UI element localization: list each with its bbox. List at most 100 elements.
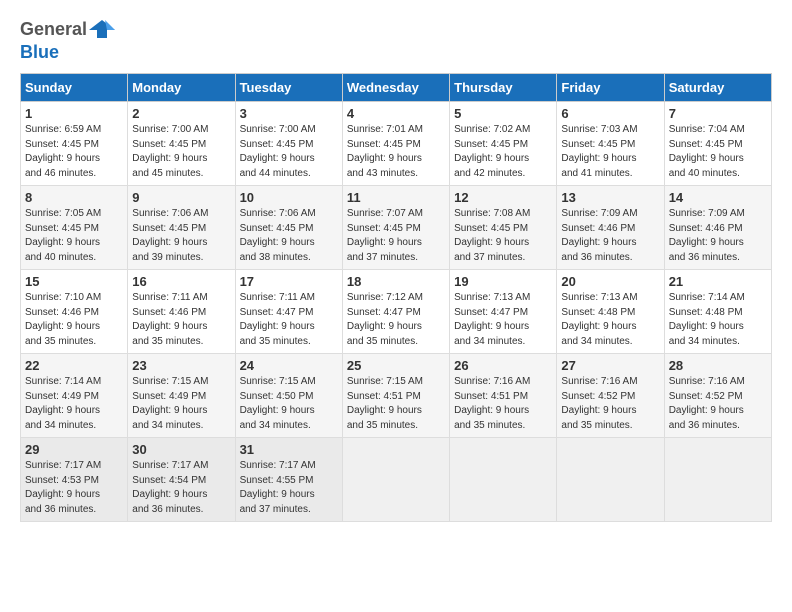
day-number: 15: [25, 274, 123, 289]
day-number: 4: [347, 106, 445, 121]
calendar-table: SundayMondayTuesdayWednesdayThursdayFrid…: [20, 73, 772, 522]
logo-blue: Blue: [20, 42, 59, 62]
logo-general: General: [20, 19, 87, 40]
calendar-header-friday: Friday: [557, 74, 664, 102]
day-content: Sunrise: 7:10 AM Sunset: 4:46 PM Dayligh…: [25, 291, 123, 349]
calendar-cell: 7 Sunrise: 7:04 AM Sunset: 4:45 PM Daylig…: [664, 102, 771, 186]
calendar-cell: 25 Sunrise: 7:15 AM Sunset: 4:51 PM Dayli…: [342, 354, 449, 438]
calendar-cell: 28Sunrise: 7:16 AM Sunset: 4:52 PM Dayli…: [664, 354, 771, 438]
day-content: Sunrise: 7:14 AM Sunset: 4:49 PM Dayligh…: [25, 375, 123, 433]
day-number: 27: [561, 358, 659, 373]
calendar-week-2: 8 Sunrise: 7:05 AM Sunset: 4:45 PM Daylig…: [21, 186, 772, 270]
day-number: 25: [347, 358, 445, 373]
calendar-cell: 27 Sunrise: 7:16 AM Sunset: 4:52 PM Dayli…: [557, 354, 664, 438]
day-content: Sunrise: 7:06 AM Sunset: 4:45 PM Dayligh…: [240, 207, 338, 265]
day-content: Sunrise: 7:15 AM Sunset: 4:50 PM Dayligh…: [240, 375, 338, 433]
calendar-header-wednesday: Wednesday: [342, 74, 449, 102]
calendar-cell: 30 Sunrise: 7:17 AM Sunset: 4:54 PM Dayli…: [128, 438, 235, 522]
day-number: 3: [240, 106, 338, 121]
day-number: 19: [454, 274, 552, 289]
day-content: Sunrise: 7:11 AM Sunset: 4:46 PM Dayligh…: [132, 291, 230, 349]
day-content: Sunrise: 7:11 AM Sunset: 4:47 PM Dayligh…: [240, 291, 338, 349]
calendar-week-3: 15 Sunrise: 7:10 AM Sunset: 4:46 PM Dayli…: [21, 270, 772, 354]
day-content: Sunrise: 7:13 AM Sunset: 4:47 PM Dayligh…: [454, 291, 552, 349]
day-content: Sunrise: 7:03 AM Sunset: 4:45 PM Dayligh…: [561, 123, 659, 181]
day-number: 5: [454, 106, 552, 121]
day-content: Sunrise: 7:06 AM Sunset: 4:45 PM Dayligh…: [132, 207, 230, 265]
calendar-cell: 9 Sunrise: 7:06 AM Sunset: 4:45 PM Daylig…: [128, 186, 235, 270]
day-number: 29: [25, 442, 123, 457]
day-content: Sunrise: 7:02 AM Sunset: 4:45 PM Dayligh…: [454, 123, 552, 181]
day-number: 12: [454, 190, 552, 205]
day-content: Sunrise: 7:07 AM Sunset: 4:45 PM Dayligh…: [347, 207, 445, 265]
calendar-cell: 5 Sunrise: 7:02 AM Sunset: 4:45 PM Daylig…: [450, 102, 557, 186]
calendar-week-5: 29 Sunrise: 7:17 AM Sunset: 4:53 PM Dayli…: [21, 438, 772, 522]
calendar-cell: 21Sunrise: 7:14 AM Sunset: 4:48 PM Dayli…: [664, 270, 771, 354]
day-content: Sunrise: 7:15 AM Sunset: 4:49 PM Dayligh…: [132, 375, 230, 433]
day-content: Sunrise: 7:01 AM Sunset: 4:45 PM Dayligh…: [347, 123, 445, 181]
day-number: 21: [669, 274, 767, 289]
day-number: 13: [561, 190, 659, 205]
calendar-cell: 16 Sunrise: 7:11 AM Sunset: 4:46 PM Dayli…: [128, 270, 235, 354]
calendar-cell: 14Sunrise: 7:09 AM Sunset: 4:46 PM Dayli…: [664, 186, 771, 270]
calendar-cell: 12Sunrise: 7:08 AM Sunset: 4:45 PM Dayli…: [450, 186, 557, 270]
calendar-header-sunday: Sunday: [21, 74, 128, 102]
calendar-cell: 29 Sunrise: 7:17 AM Sunset: 4:53 PM Dayli…: [21, 438, 128, 522]
day-number: 10: [240, 190, 338, 205]
day-number: 8: [25, 190, 123, 205]
day-number: 30: [132, 442, 230, 457]
header: General Blue: [20, 16, 772, 63]
calendar-cell: [557, 438, 664, 522]
calendar-cell: 20Sunrise: 7:13 AM Sunset: 4:48 PM Dayli…: [557, 270, 664, 354]
calendar-cell: 10 Sunrise: 7:06 AM Sunset: 4:45 PM Dayli…: [235, 186, 342, 270]
day-content: Sunrise: 7:05 AM Sunset: 4:45 PM Dayligh…: [25, 207, 123, 265]
day-number: 1: [25, 106, 123, 121]
calendar-cell: 24 Sunrise: 7:15 AM Sunset: 4:50 PM Dayli…: [235, 354, 342, 438]
day-content: Sunrise: 7:17 AM Sunset: 4:54 PM Dayligh…: [132, 459, 230, 517]
day-content: Sunrise: 7:17 AM Sunset: 4:53 PM Dayligh…: [25, 459, 123, 517]
calendar-cell: [342, 438, 449, 522]
calendar-header-row: SundayMondayTuesdayWednesdayThursdayFrid…: [21, 74, 772, 102]
day-content: Sunrise: 7:15 AM Sunset: 4:51 PM Dayligh…: [347, 375, 445, 433]
calendar-cell: 19 Sunrise: 7:13 AM Sunset: 4:47 PM Dayli…: [450, 270, 557, 354]
day-content: Sunrise: 6:59 AM Sunset: 4:45 PM Dayligh…: [25, 123, 123, 181]
day-content: Sunrise: 7:17 AM Sunset: 4:55 PM Dayligh…: [240, 459, 338, 517]
day-content: Sunrise: 7:16 AM Sunset: 4:51 PM Dayligh…: [454, 375, 552, 433]
day-number: 24: [240, 358, 338, 373]
calendar-cell: 13 Sunrise: 7:09 AM Sunset: 4:46 PM Dayli…: [557, 186, 664, 270]
calendar-cell: [664, 438, 771, 522]
calendar-header-thursday: Thursday: [450, 74, 557, 102]
day-number: 28: [669, 358, 767, 373]
logo: General Blue: [20, 16, 115, 63]
calendar-cell: 8 Sunrise: 7:05 AM Sunset: 4:45 PM Daylig…: [21, 186, 128, 270]
day-content: Sunrise: 7:04 AM Sunset: 4:45 PM Dayligh…: [669, 123, 767, 181]
day-content: Sunrise: 7:13 AM Sunset: 4:48 PM Dayligh…: [561, 291, 659, 349]
day-number: 23: [132, 358, 230, 373]
day-content: Sunrise: 7:09 AM Sunset: 4:46 PM Dayligh…: [669, 207, 767, 265]
calendar-cell: 17 Sunrise: 7:11 AM Sunset: 4:47 PM Dayli…: [235, 270, 342, 354]
day-number: 7: [669, 106, 767, 121]
calendar-cell: [450, 438, 557, 522]
calendar-cell: 11 Sunrise: 7:07 AM Sunset: 4:45 PM Dayli…: [342, 186, 449, 270]
day-content: Sunrise: 7:09 AM Sunset: 4:46 PM Dayligh…: [561, 207, 659, 265]
calendar-cell: 6Sunrise: 7:03 AM Sunset: 4:45 PM Daylig…: [557, 102, 664, 186]
day-content: Sunrise: 7:16 AM Sunset: 4:52 PM Dayligh…: [561, 375, 659, 433]
day-number: 16: [132, 274, 230, 289]
page: General Blue SundayMondayTuesdayWednesda…: [0, 0, 792, 532]
day-number: 22: [25, 358, 123, 373]
calendar-cell: 3Sunrise: 7:00 AM Sunset: 4:45 PM Daylig…: [235, 102, 342, 186]
day-number: 9: [132, 190, 230, 205]
calendar-cell: 1 Sunrise: 6:59 AM Sunset: 4:45 PM Daylig…: [21, 102, 128, 186]
calendar-cell: 22 Sunrise: 7:14 AM Sunset: 4:49 PM Dayli…: [21, 354, 128, 438]
day-number: 17: [240, 274, 338, 289]
calendar-week-4: 22 Sunrise: 7:14 AM Sunset: 4:49 PM Dayli…: [21, 354, 772, 438]
calendar-cell: 2Sunrise: 7:00 AM Sunset: 4:45 PM Daylig…: [128, 102, 235, 186]
logo-bird-icon: [89, 16, 115, 42]
day-number: 18: [347, 274, 445, 289]
calendar-cell: 4 Sunrise: 7:01 AM Sunset: 4:45 PM Daylig…: [342, 102, 449, 186]
day-number: 11: [347, 190, 445, 205]
calendar-cell: 18Sunrise: 7:12 AM Sunset: 4:47 PM Dayli…: [342, 270, 449, 354]
calendar-cell: 26Sunrise: 7:16 AM Sunset: 4:51 PM Dayli…: [450, 354, 557, 438]
calendar-cell: 23 Sunrise: 7:15 AM Sunset: 4:49 PM Dayli…: [128, 354, 235, 438]
calendar-header-tuesday: Tuesday: [235, 74, 342, 102]
